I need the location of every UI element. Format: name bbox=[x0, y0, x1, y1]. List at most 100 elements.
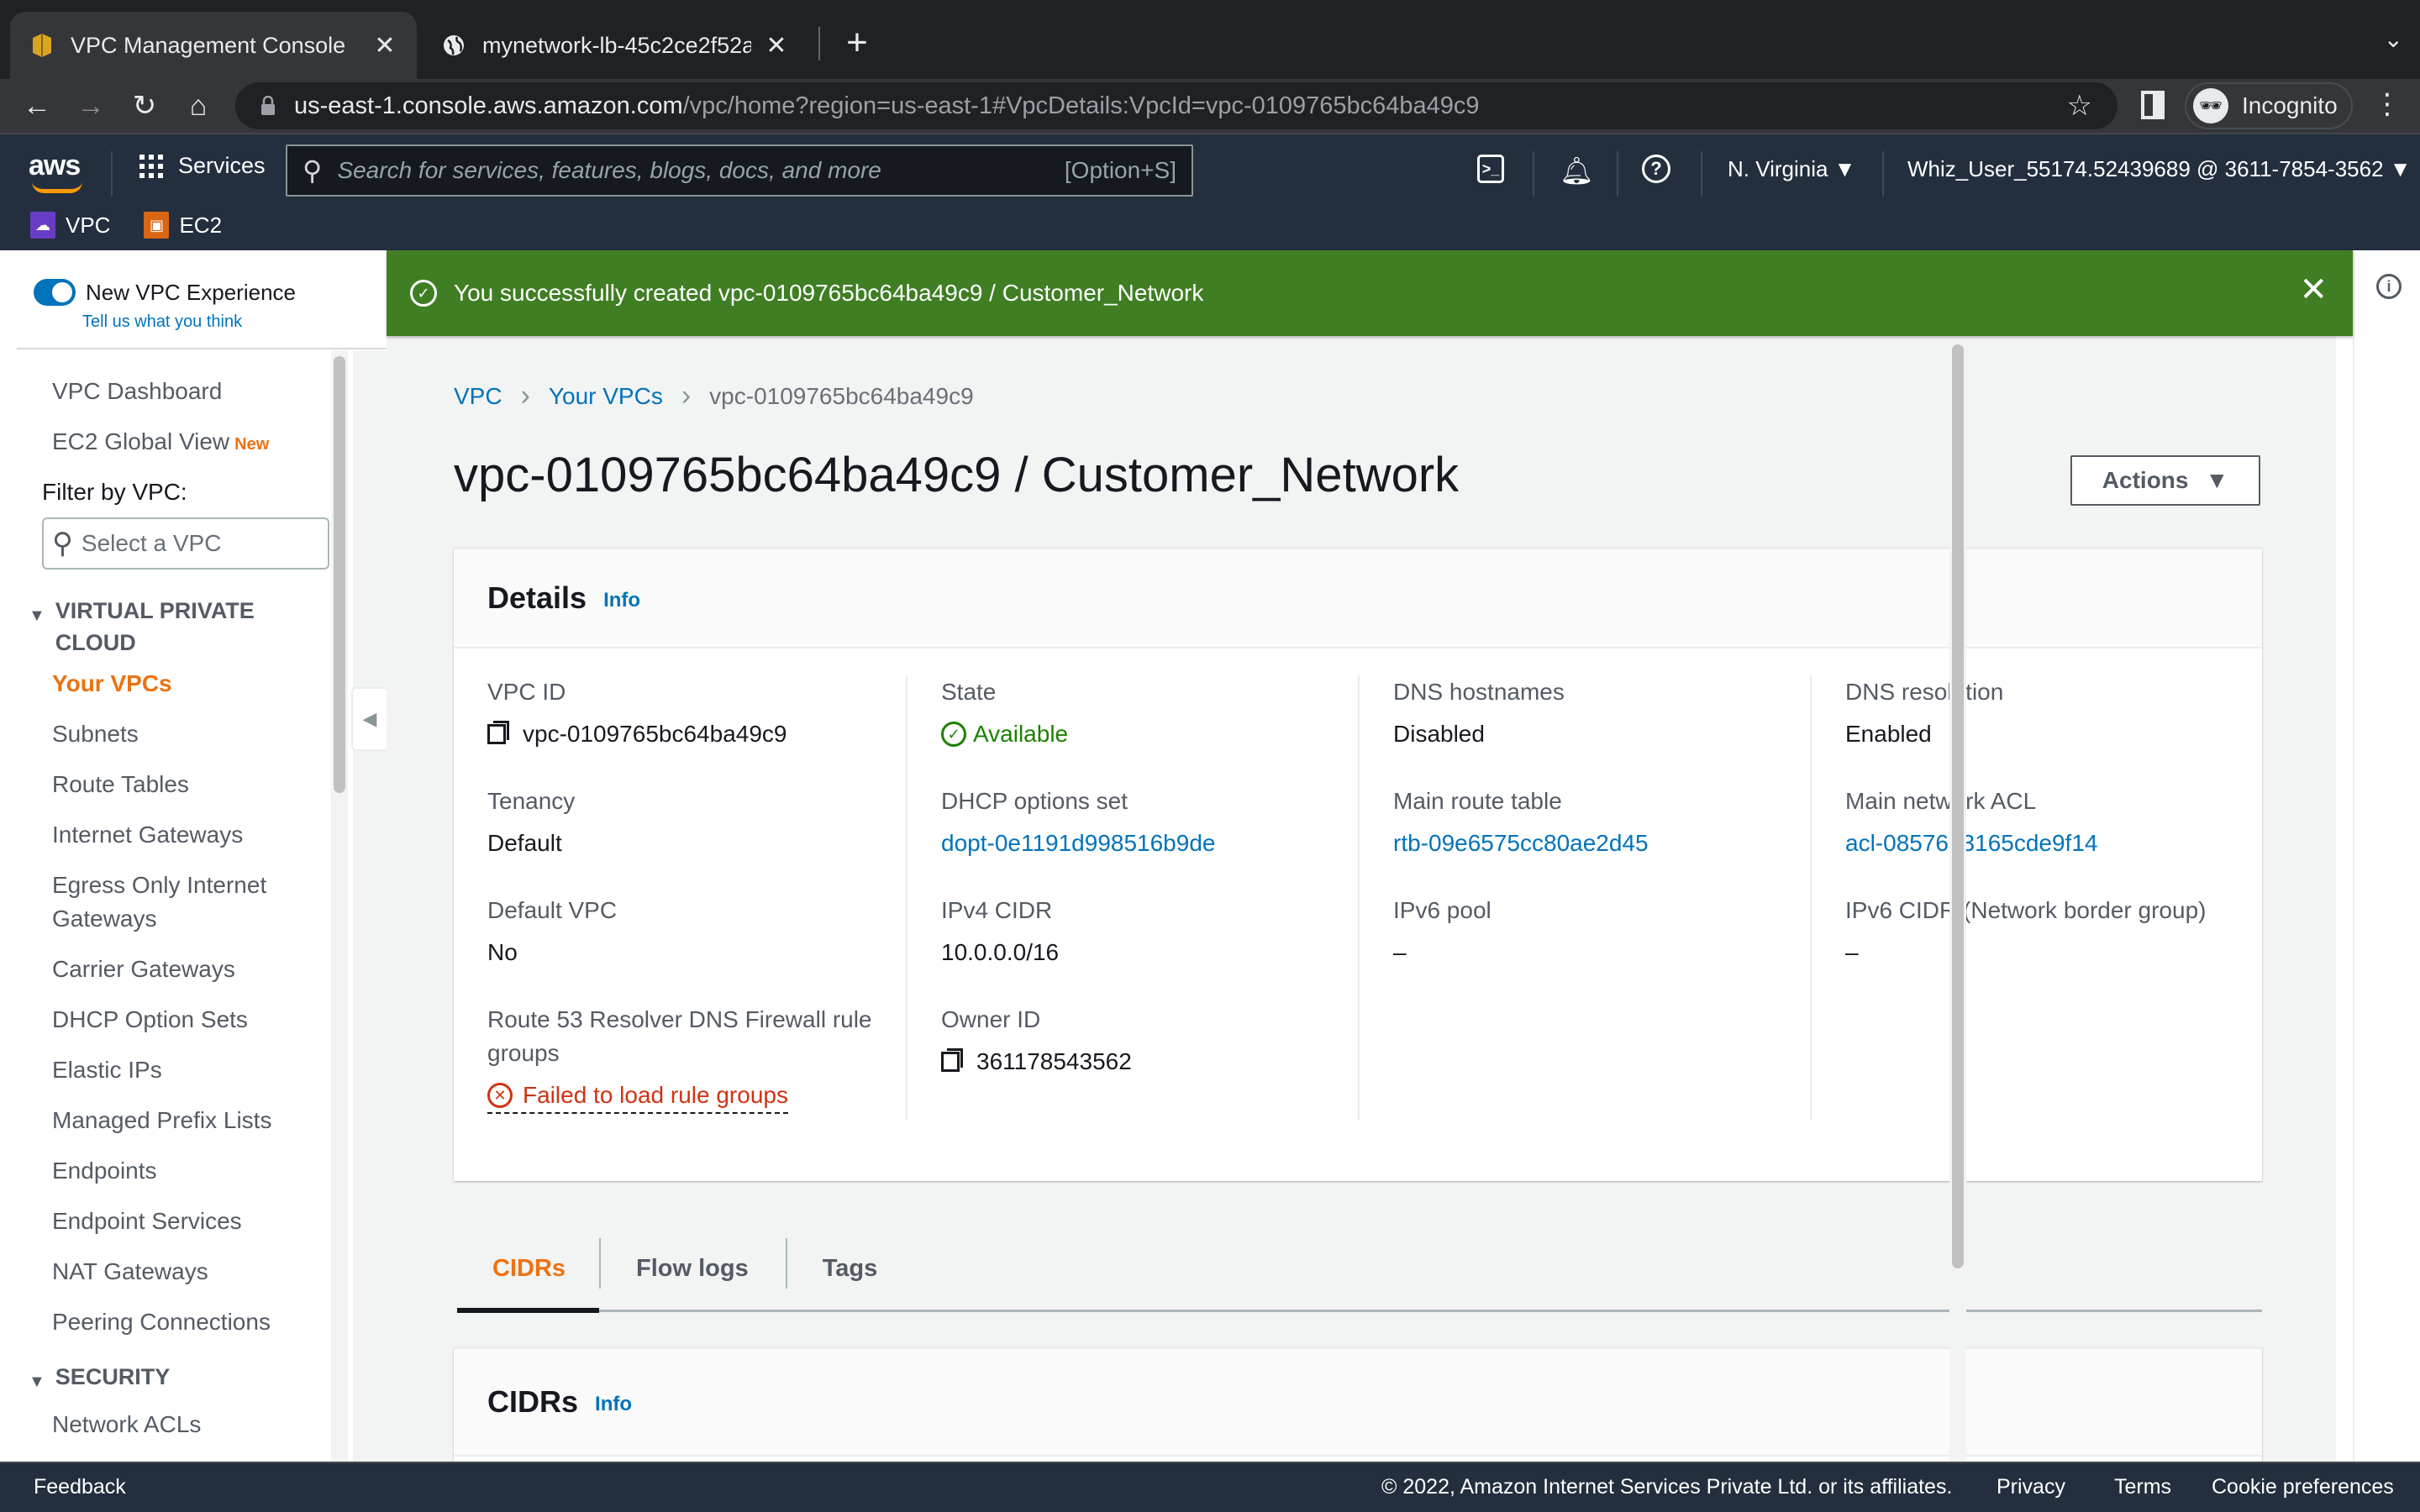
search-icon: ⚲ bbox=[52, 528, 73, 559]
details-header: Details Info bbox=[454, 549, 2262, 648]
scrollbar-thumb[interactable] bbox=[1952, 344, 1964, 1268]
details-info-link[interactable]: Info bbox=[603, 589, 640, 612]
main-scrollbar[interactable] bbox=[1949, 336, 1966, 1462]
tab-tags[interactable]: Tags bbox=[785, 1226, 915, 1310]
success-check-icon: ✓ bbox=[410, 280, 437, 307]
incognito-profile-button[interactable]: 🕶 Incognito bbox=[2185, 82, 2353, 129]
services-menu-button[interactable]: Services bbox=[139, 153, 266, 179]
actions-dropdown-button[interactable]: Actions ▼ bbox=[2070, 455, 2260, 506]
field-owner-id: Owner ID 361178543562 bbox=[941, 1003, 1358, 1112]
sidebar-item-ec2-global-view[interactable]: EC2 Global View New bbox=[52, 425, 321, 461]
close-tab-icon[interactable]: ✕ bbox=[373, 31, 397, 60]
section-title: SECURITY bbox=[55, 1364, 171, 1389]
tab-cidrs[interactable]: CIDRs bbox=[457, 1226, 600, 1313]
footer-link-cookie-preferences[interactable]: Cookie preferences bbox=[2212, 1475, 2394, 1499]
sidebar-item-dhcp-option-sets[interactable]: DHCP Option Sets bbox=[52, 1003, 321, 1037]
browser-tab-vpc-console[interactable]: VPC Management Console ✕ bbox=[10, 12, 417, 79]
field-default-vpc: Default VPC No bbox=[487, 894, 906, 1003]
account-menu[interactable]: Whiz_User_55174.52439689 @ 3611-7854-356… bbox=[1907, 156, 2412, 182]
dhcp-options-link[interactable]: dopt-0e1191d998516b9de bbox=[941, 827, 1358, 860]
sidebar-item-egress-only-internet-gateways[interactable]: Egress Only Internet Gateways bbox=[52, 869, 304, 936]
collapse-sidebar-button[interactable]: ◀ bbox=[351, 687, 387, 751]
caret-down-icon: ▼ bbox=[2205, 467, 2229, 493]
sidebar-item-network-acls[interactable]: Network ACLs bbox=[52, 1408, 321, 1441]
toggle-label: New VPC Experience bbox=[86, 279, 296, 305]
copy-icon[interactable] bbox=[941, 1048, 963, 1072]
new-vpc-experience-toggle-row: New VPC Experience bbox=[34, 279, 296, 306]
search-placeholder: Search for services, features, blogs, do… bbox=[337, 157, 881, 183]
cidrs-header: CIDRs Info bbox=[454, 1349, 2262, 1457]
region-selector[interactable]: N. Virginia ▼ bbox=[1728, 156, 1855, 182]
sidebar-item-subnets[interactable]: Subnets bbox=[52, 717, 321, 751]
cidrs-title: CIDRs bbox=[487, 1384, 579, 1419]
sidebar-scrollbar[interactable] bbox=[331, 351, 348, 1462]
sidebar-item-vpc-dashboard[interactable]: VPC Dashboard bbox=[52, 375, 321, 408]
address-bar[interactable]: us-east-1.console.aws.amazon.com/vpc/hom… bbox=[235, 82, 2118, 129]
field-value: Disabled bbox=[1393, 721, 1485, 747]
error-text: Failed to load rule groups bbox=[523, 1082, 788, 1108]
field-value-error[interactable]: ✕ Failed to load rule groups bbox=[487, 1079, 788, 1114]
favorite-label: VPC bbox=[66, 212, 111, 238]
sidebar-item-elastic-ips[interactable]: Elastic IPs bbox=[52, 1053, 321, 1087]
sidebar-item-endpoint-services[interactable]: Endpoint Services bbox=[52, 1205, 321, 1238]
bookmark-star-icon[interactable]: ☆ bbox=[2067, 89, 2092, 123]
home-button[interactable]: ⌂ bbox=[180, 87, 217, 124]
favorite-vpc[interactable]: ☁ VPC bbox=[30, 212, 110, 239]
details-column: State ✓ Available DHCP options set dopt-0… bbox=[906, 675, 1358, 1121]
close-tab-icon[interactable]: ✕ bbox=[765, 31, 788, 60]
filter-by-vpc-input[interactable]: ⚲ Select a VPC bbox=[42, 517, 329, 570]
aws-search-input[interactable]: ⚲ Search for services, features, blogs, … bbox=[286, 144, 1193, 197]
sidebar-item-managed-prefix-lists[interactable]: Managed Prefix Lists bbox=[52, 1104, 321, 1137]
aws-logo[interactable]: aws bbox=[29, 150, 87, 193]
sidebar-item-carrier-gateways[interactable]: Carrier Gateways bbox=[52, 953, 321, 986]
forward-button[interactable]: → bbox=[72, 87, 109, 124]
field-label: IPv4 CIDR bbox=[941, 897, 1053, 923]
copy-icon[interactable] bbox=[487, 721, 509, 744]
favorite-ec2[interactable]: ▣ EC2 bbox=[144, 212, 222, 239]
breadcrumb-your-vpcs[interactable]: Your VPCs bbox=[549, 383, 663, 410]
info-icon[interactable]: i bbox=[2376, 274, 2402, 299]
browser-tab-load-balancer[interactable]: mynetwork-lb-45c2ce2f52ab4 ✕ bbox=[422, 12, 808, 79]
new-tab-button[interactable]: + bbox=[837, 20, 877, 66]
field-label: IPv6 CIDR (Network border group) bbox=[1845, 897, 2207, 923]
tab-flow-logs[interactable]: Flow logs bbox=[599, 1226, 786, 1310]
filter-by-vpc-label: Filter by VPC: bbox=[42, 479, 187, 505]
main-network-acl-link[interactable]: acl-0857603165cde9f14 bbox=[1845, 827, 2262, 860]
sidebar-item-peering-connections[interactable]: Peering Connections bbox=[52, 1305, 321, 1339]
sidebar-item-nat-gateways[interactable]: NAT Gateways bbox=[52, 1255, 321, 1289]
dismiss-flash-icon[interactable]: ✕ bbox=[2299, 270, 2328, 309]
footer-link-terms[interactable]: Terms bbox=[2114, 1475, 2171, 1499]
notifications-bell-icon[interactable]: 🔔︎ bbox=[1560, 155, 1594, 186]
footer-link-privacy[interactable]: Privacy bbox=[1996, 1475, 2065, 1499]
left-sidebar: New VPC Experience Tell us what you thin… bbox=[0, 250, 387, 1462]
details-column: VPC ID vpc-0109765bc64ba49c9 Tenancy Def… bbox=[454, 675, 906, 1121]
main-route-table-link[interactable]: rtb-09e6575cc80ae2d45 bbox=[1393, 827, 1810, 860]
sidebar-item-your-vpcs[interactable]: Your VPCs bbox=[52, 667, 321, 701]
cloudshell-icon[interactable]: >_ bbox=[1477, 155, 1504, 183]
aws-logo-text: aws bbox=[29, 150, 81, 181]
feedback-button[interactable]: Feedback bbox=[34, 1475, 126, 1499]
side-panel-icon[interactable] bbox=[2141, 91, 2165, 119]
help-icon[interactable]: ? bbox=[1642, 155, 1670, 183]
tell-us-link[interactable]: Tell us what you think bbox=[82, 312, 242, 332]
section-virtual-private-cloud[interactable]: ▼ VIRTUAL PRIVATE CLOUD bbox=[29, 595, 281, 659]
new-vpc-experience-toggle[interactable] bbox=[34, 279, 76, 306]
back-button[interactable]: ← bbox=[18, 87, 55, 124]
browser-menu-icon[interactable]: ⋮ bbox=[2373, 87, 2402, 121]
sidebar-item-route-tables[interactable]: Route Tables bbox=[52, 768, 321, 801]
reload-button[interactable]: ↻ bbox=[126, 87, 163, 124]
sidebar-item-internet-gateways[interactable]: Internet Gateways bbox=[52, 818, 321, 852]
aws-smile-icon bbox=[32, 181, 82, 193]
caret-down-icon: ▼ bbox=[29, 1373, 45, 1391]
section-security[interactable]: ▼ SECURITY bbox=[29, 1361, 170, 1398]
field-value: 10.0.0.0/16 bbox=[941, 939, 1060, 965]
services-label: Services bbox=[178, 153, 266, 178]
sidebar-item-endpoints[interactable]: Endpoints bbox=[52, 1154, 321, 1188]
divider bbox=[1617, 151, 1618, 197]
field-value: No bbox=[487, 939, 518, 965]
cidrs-info-link[interactable]: Info bbox=[595, 1393, 632, 1416]
aws-console-header: aws Services ⚲ Search for services, feat… bbox=[0, 133, 2420, 250]
scrollbar-thumb[interactable] bbox=[334, 356, 345, 793]
breadcrumb-vpc[interactable]: VPC bbox=[454, 383, 502, 410]
tab-search-chevron-icon[interactable]: ⌄ bbox=[2384, 25, 2403, 53]
